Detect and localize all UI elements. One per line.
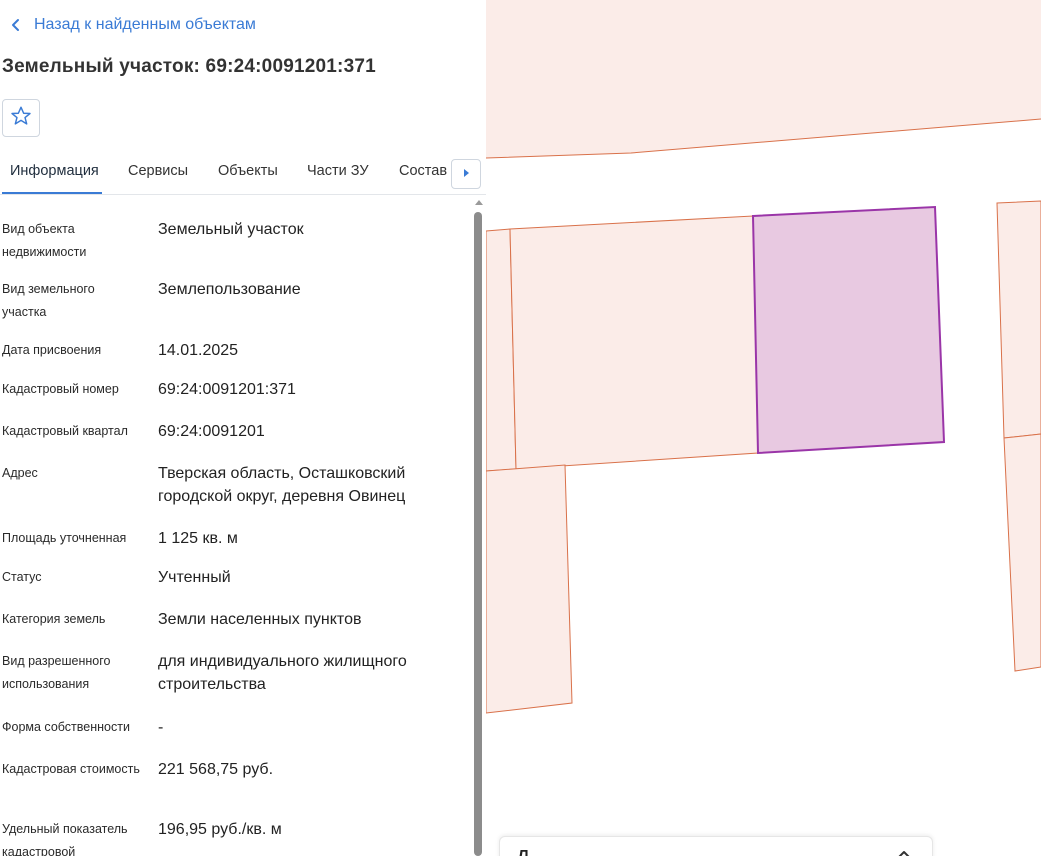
- info-label: Дата присвоения: [2, 343, 102, 357]
- info-label: Кадастровый квартал: [2, 424, 128, 438]
- chevron-left-icon: [8, 17, 24, 33]
- tab-services[interactable]: Сервисы: [128, 163, 188, 179]
- tab-objects[interactable]: Объекты: [218, 163, 278, 179]
- map-parcel[interactable]: [509, 215, 759, 470]
- tab-composition[interactable]: Состав: [399, 163, 447, 179]
- scroll-up-arrow-icon[interactable]: [475, 200, 483, 205]
- map-canvas[interactable]: [486, 0, 1041, 856]
- map-parcel[interactable]: [486, 0, 1041, 158]
- info-scrollbar[interactable]: [474, 200, 484, 856]
- info-value: 221 568,75 руб.: [158, 761, 274, 778]
- cadastral-map[interactable]: [486, 0, 1041, 856]
- info-value: 69:24:0091201: [158, 423, 265, 440]
- star-outline-icon: [10, 105, 32, 132]
- back-link-label: Назад к найденным объектам: [34, 16, 256, 33]
- app-window: Назад к найденным объектам Земельный уча…: [0, 0, 1041, 856]
- scrollbar-thumb[interactable]: [474, 212, 482, 856]
- info-value: Тверская область, Осташковский городской…: [158, 465, 406, 505]
- active-tab-indicator: [2, 192, 102, 194]
- info-value: Землепользование: [158, 281, 301, 298]
- info-value: 69:24:0091201:371: [158, 381, 296, 398]
- info-label: Площадь уточненная: [2, 531, 127, 545]
- back-to-results-link[interactable]: Назад к найденным объектам: [8, 16, 256, 34]
- info-label: Удельный показатель кадастровой: [2, 822, 128, 856]
- info-label: Вид объекта недвижимости: [2, 222, 87, 259]
- info-label: Адрес: [2, 466, 38, 480]
- info-value: для индивидуального жилищного строительс…: [158, 653, 407, 693]
- info-value: Земли населенных пунктов: [158, 611, 362, 628]
- info-value: 14.01.2025: [158, 342, 239, 359]
- info-value: Учтенный: [158, 569, 231, 586]
- info-label: Кадастровая стоимость: [2, 762, 140, 776]
- page-title: Земельный участок: 69:24:0091201:371: [2, 56, 376, 77]
- map-parcel[interactable]: [996, 200, 1041, 439]
- tab-parts[interactable]: Части ЗУ: [307, 163, 369, 179]
- tabs-bar: Информация Сервисы Объекты Части ЗУ Сост…: [0, 153, 486, 195]
- map-parcel[interactable]: [486, 464, 573, 714]
- selected-parcel[interactable]: [751, 205, 946, 455]
- info-label: Вид земельного участка: [2, 282, 95, 319]
- info-value: 196,95 руб./кв. м: [158, 821, 282, 838]
- favorite-button[interactable]: [2, 99, 40, 137]
- map-parcel[interactable]: [1003, 433, 1041, 672]
- info-label: Кадастровый номер: [2, 382, 119, 396]
- info-label: Вид разрешенного использования: [2, 654, 111, 691]
- caret-right-icon: [462, 165, 470, 183]
- tab-information[interactable]: Информация: [10, 163, 99, 179]
- info-value: Земельный участок: [158, 221, 304, 238]
- map-card-title: Л: [518, 847, 529, 856]
- info-value: -: [158, 719, 164, 736]
- chevron-up-icon[interactable]: [896, 847, 912, 856]
- info-label: Категория земель: [2, 612, 106, 626]
- tabs-scroll-right-button[interactable]: [451, 159, 481, 189]
- object-info-panel: Назад к найденным объектам Земельный уча…: [0, 0, 486, 856]
- info-label: Статус: [2, 570, 42, 584]
- info-value: 1 125 кв. м: [158, 530, 238, 547]
- info-label: Форма собственности: [2, 720, 130, 734]
- map-bottom-card[interactable]: Л: [499, 836, 933, 856]
